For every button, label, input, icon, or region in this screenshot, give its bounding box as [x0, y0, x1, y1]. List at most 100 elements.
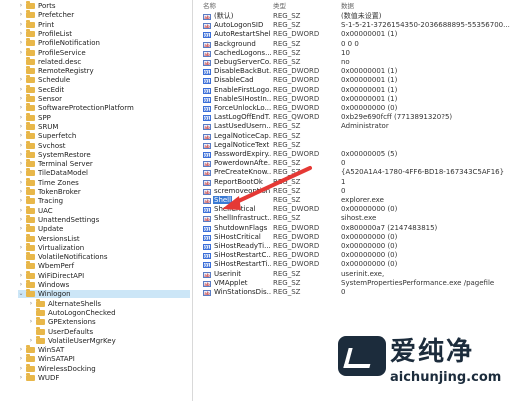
tree-item[interactable]: UserDefaults — [28, 326, 190, 336]
tree-item[interactable]: › Prefetcher — [18, 10, 190, 19]
registry-value-row[interactable]: 01 EnableSIHostIn... REG_DWORD 0x00000001 (… — [193, 95, 530, 104]
chevron-right-icon[interactable]: › — [18, 86, 24, 94]
tree-item[interactable]: › Terminal Server — [18, 159, 190, 168]
chevron-right-icon[interactable]: › — [18, 216, 24, 224]
tree-item[interactable]: VolatileNotifications — [18, 252, 190, 261]
registry-value-row[interactable]: 01 DisableBackBut... REG_DWORD 0x00000001 (… — [193, 67, 530, 76]
registry-value-row[interactable]: 01 SiHostCritical REG_DWORD 0x00000000 (0) — [193, 233, 530, 242]
registry-value-row[interactable]: 01 PasswordExpiry... REG_DWORD 0x00000005 (… — [193, 150, 530, 159]
chevron-right-icon[interactable]: › — [18, 76, 24, 84]
chevron-right-icon[interactable]: › — [18, 104, 24, 112]
tree-item[interactable]: › WirelessDocking — [18, 363, 190, 373]
registry-value-row[interactable]: ab AutoLogonSID REG_SZ S-1-5-21-3726154350-… — [193, 21, 530, 30]
chevron-right-icon[interactable]: › — [18, 49, 24, 57]
registry-value-row[interactable]: 01 SiHostRestartTi... REG_DWORD 0x00000000 … — [193, 260, 530, 269]
registry-value-row[interactable]: 01 LastLogOffEndT... REG_QWORD 0xb29e690fcf… — [193, 113, 530, 122]
tree-item[interactable]: › WinSATAPI — [18, 354, 190, 363]
chevron-right-icon[interactable]: › — [18, 151, 24, 159]
registry-value-row[interactable]: 01 EnableFirstLogo... REG_DWORD 0x00000001 … — [193, 86, 530, 95]
registry-value-row[interactable]: ab scremoveoption REG_SZ 0 — [193, 187, 530, 196]
registry-value-row[interactable]: ab ShellInfrastruct... REG_SZ sihost.exe — [193, 214, 530, 223]
registry-value-row[interactable]: ab WinStationsDis... REG_SZ 0 — [193, 288, 530, 297]
registry-value-row[interactable]: ab Background REG_SZ 0 0 0 — [193, 40, 530, 49]
tree-item[interactable]: › Virtualization — [18, 242, 190, 252]
registry-value-row[interactable]: 01 SiHostReadyTi... REG_DWORD 0x00000000 (0… — [193, 242, 530, 251]
registry-value-row[interactable]: 01 ForceUnlockLo... REG_DWORD 0x00000000 (0… — [193, 104, 530, 113]
registry-value-row[interactable]: ab VMApplet REG_SZ SystemPropertiesPerforma… — [193, 279, 530, 288]
tree-item[interactable]: › Svchost — [18, 140, 190, 150]
tree-item[interactable]: WbemPerf — [18, 261, 190, 270]
chevron-right-icon[interactable]: › — [18, 132, 24, 140]
registry-value-row[interactable]: ab CachedLogons... REG_SZ 10 — [193, 49, 530, 58]
tree-item[interactable]: › WiFiDirectAPI — [18, 270, 190, 280]
chevron-right-icon[interactable]: › — [18, 346, 24, 354]
chevron-right-icon[interactable]: › — [18, 179, 24, 187]
tree-item[interactable]: › TokenBroker — [18, 187, 190, 196]
chevron-right-icon[interactable]: › — [18, 160, 24, 168]
chevron-right-icon[interactable]: › — [18, 244, 24, 252]
tree-item[interactable]: › WUDF — [18, 373, 190, 382]
tree-item[interactable]: › SecEdit — [18, 84, 190, 94]
registry-value-row[interactable]: ab ReportBootOk REG_SZ 1 — [193, 178, 530, 187]
tree-item[interactable]: › ProfileService — [18, 47, 190, 57]
tree-item[interactable]: RemoteRegistry — [18, 66, 190, 75]
tree-item[interactable]: › Windows — [18, 280, 190, 289]
tree-item[interactable]: › Time Zones — [18, 177, 190, 187]
registry-value-row[interactable]: ab LegalNoticeCap... REG_SZ — [193, 132, 530, 141]
tree-item[interactable]: ⌄ Winlogon — [18, 289, 190, 299]
tree-item[interactable]: related.desc — [18, 56, 190, 66]
registry-tree[interactable]: › Ports › Prefetcher › Print › ProfileList › Prof… — [0, 0, 192, 401]
chevron-right-icon[interactable]: › — [18, 169, 24, 177]
chevron-right-icon[interactable]: › — [28, 300, 34, 308]
registry-value-row[interactable]: 01 DisableCad REG_DWORD 0x00000001 (1) — [193, 76, 530, 85]
chevron-right-icon[interactable]: › — [18, 197, 24, 205]
chevron-right-icon[interactable]: › — [18, 142, 24, 150]
chevron-right-icon[interactable]: › — [18, 114, 24, 122]
registry-value-row[interactable]: 01 ShutdownFlags REG_DWORD 0x800000a7 (2147… — [193, 224, 530, 233]
tree-item[interactable]: › UnattendSettings — [18, 214, 190, 224]
chevron-right-icon[interactable]: › — [18, 355, 24, 363]
registry-value-row[interactable]: 01 SiHostRestartC... REG_DWORD 0x00000000 (… — [193, 251, 530, 260]
tree-item[interactable]: VersionsList — [18, 233, 190, 243]
tree-item[interactable]: › Superfetch — [18, 131, 190, 140]
tree-item[interactable]: › Print — [18, 19, 190, 29]
registry-value-row[interactable]: ab LegalNoticeText REG_SZ — [193, 141, 530, 150]
tree-item[interactable]: AutoLogonChecked — [28, 307, 190, 317]
registry-value-row[interactable]: ab Shell REG_SZ explorer.exe — [193, 196, 530, 205]
registry-value-row[interactable]: ab PreCreateKnow... REG_SZ {A520A1A4-1780-4… — [193, 168, 530, 177]
tree-item[interactable]: › SRUM — [18, 121, 190, 131]
chevron-down-icon[interactable]: ⌄ — [18, 290, 24, 298]
registry-value-row[interactable]: 01 AutoRestartShell REG_DWORD 0x00000001 (1… — [193, 30, 530, 39]
registry-value-row[interactable]: ab LastUsedUsern... REG_SZ Administrator — [193, 122, 530, 131]
registry-value-row[interactable]: ab Userinit REG_SZ userinit.exe, — [193, 270, 530, 279]
tree-item[interactable]: › ProfileNotification — [18, 38, 190, 47]
chevron-right-icon[interactable]: › — [18, 30, 24, 38]
tree-item[interactable]: › WinSAT — [18, 345, 190, 354]
chevron-right-icon[interactable]: › — [28, 318, 34, 326]
column-header-type[interactable]: 类型 — [273, 2, 286, 10]
chevron-right-icon[interactable]: › — [18, 188, 24, 196]
registry-value-row[interactable]: ab DebugServerCo... REG_SZ no — [193, 58, 530, 67]
chevron-right-icon[interactable]: › — [28, 337, 34, 345]
registry-value-row[interactable]: 01 ShellCritical REG_DWORD 0x00000000 (0) — [193, 205, 530, 214]
tree-item[interactable]: › TileDataModel — [18, 168, 190, 177]
tree-item[interactable]: › AlternateShells — [28, 298, 190, 308]
tree-item[interactable]: › SPP — [18, 112, 190, 122]
chevron-right-icon[interactable]: › — [18, 2, 24, 10]
tree-item[interactable]: › SystemRestore — [18, 149, 190, 159]
chevron-right-icon[interactable]: › — [18, 365, 24, 373]
tree-item[interactable]: › GPExtensions — [28, 317, 190, 326]
tree-item[interactable]: › ProfileList — [18, 28, 190, 38]
chevron-right-icon[interactable]: › — [18, 123, 24, 131]
chevron-right-icon[interactable]: › — [18, 95, 24, 103]
chevron-right-icon[interactable]: › — [18, 281, 24, 289]
tree-item[interactable]: › SoftwareProtectionPlatform — [18, 103, 190, 112]
registry-value-row[interactable]: ab PowerdownAfte... REG_SZ 0 — [193, 159, 530, 168]
chevron-right-icon[interactable]: › — [18, 374, 24, 382]
chevron-right-icon[interactable]: › — [18, 11, 24, 19]
chevron-right-icon[interactable]: › — [18, 21, 24, 29]
column-header-name[interactable]: 名称 — [203, 2, 216, 10]
tree-item[interactable]: › Tracing — [18, 196, 190, 205]
tree-item[interactable]: › Schedule — [18, 75, 190, 84]
chevron-right-icon[interactable]: › — [18, 272, 24, 280]
